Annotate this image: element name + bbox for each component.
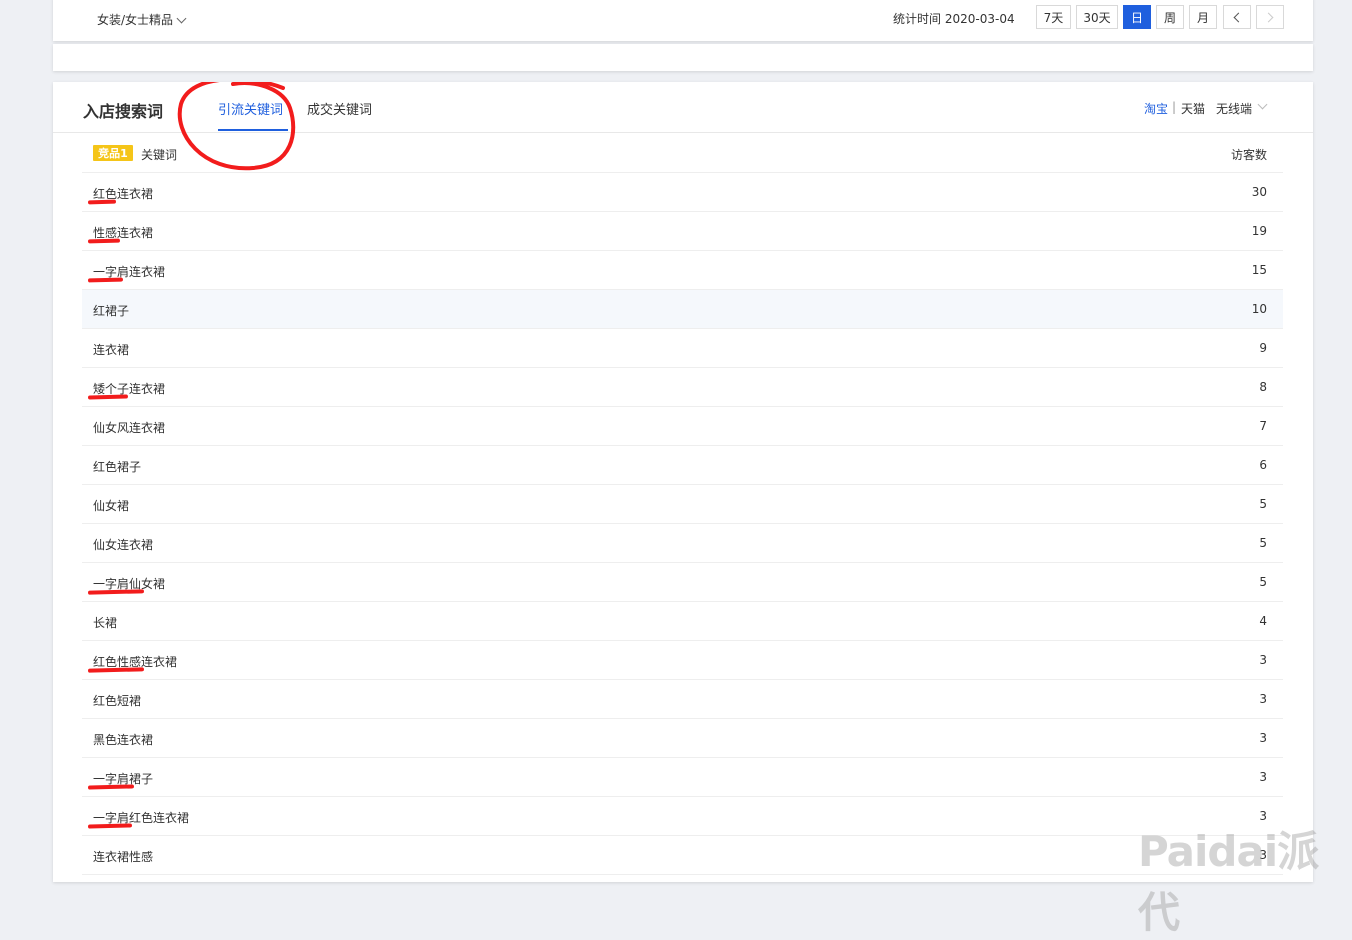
filter-bar: 女装/女士精品 统计时间 2020-03-04 7天 30天 日 周 月 — [53, 0, 1313, 41]
visitors-cell: 3 — [1259, 653, 1267, 667]
divider — [53, 132, 1313, 133]
table-row[interactable]: 一字肩连衣裙 15 — [82, 251, 1283, 290]
table-row[interactable]: 红色裙子 6 — [82, 446, 1283, 485]
column-header-visitors[interactable]: 访客数 — [1231, 146, 1267, 163]
visitors-cell: 8 — [1259, 380, 1267, 394]
column-header-keyword: 关键词 — [141, 148, 178, 162]
table-row[interactable]: 矮个子连衣裙 8 — [82, 368, 1283, 407]
platform-taobao[interactable]: 淘宝 — [1144, 100, 1168, 117]
red-underline-annotation — [87, 277, 124, 283]
category-dropdown[interactable]: 女装/女士精品 — [97, 11, 187, 28]
table-row[interactable]: 一字肩裙子 3 — [82, 758, 1283, 797]
table-row[interactable]: 红色性感连衣裙 3 — [82, 641, 1283, 680]
platform-tmall[interactable]: 天猫 — [1181, 100, 1205, 117]
table-row[interactable]: 一字肩仙女裙 5 — [82, 563, 1283, 602]
period-week-button[interactable]: 周 — [1156, 5, 1184, 29]
visitors-cell: 19 — [1251, 224, 1267, 238]
red-underline-annotation — [87, 238, 121, 244]
visitors-cell: 6 — [1259, 458, 1267, 472]
table-row[interactable]: 连衣裙 9 — [82, 329, 1283, 368]
watermark-logo: Paidai派代 — [1138, 827, 1319, 937]
visitors-cell: 9 — [1259, 341, 1267, 355]
keyword-cell: 黑色连衣裙 — [93, 733, 154, 747]
visitors-cell: 3 — [1259, 692, 1267, 706]
active-tab-indicator — [218, 129, 288, 131]
table-row[interactable]: 仙女风连衣裙 7 — [82, 407, 1283, 446]
red-underline-annotation — [87, 784, 135, 790]
device-dropdown[interactable]: 无线端 — [1216, 100, 1252, 117]
prev-date-button[interactable] — [1223, 5, 1251, 29]
keyword-cell: 红色裙子 — [93, 460, 142, 474]
red-underline-annotation — [87, 667, 145, 673]
category-label: 女装/女士精品 — [97, 13, 174, 27]
chevron-right-icon — [1263, 12, 1274, 22]
table-row[interactable]: 性感连衣裙 19 — [82, 212, 1283, 251]
section-title: 入店搜索词 — [83, 102, 164, 121]
red-underline-annotation — [87, 199, 117, 205]
table-row[interactable]: 红色连衣裙 30 — [82, 173, 1283, 212]
tab-deal-keywords[interactable]: 成交关键词 — [307, 99, 372, 118]
search-keywords-card: 入店搜索词 引流关键词 成交关键词 淘宝 | 天猫 无线端 竞品1 关键词 访客… — [53, 82, 1313, 882]
visitors-cell: 30 — [1251, 185, 1267, 199]
red-underline-annotation — [87, 589, 145, 595]
spacer-card — [53, 44, 1313, 71]
keyword-cell: 长裙 — [93, 616, 118, 630]
stat-date-label: 统计时间 2020-03-04 — [893, 12, 1015, 26]
period-month-button[interactable]: 月 — [1189, 5, 1217, 29]
table-row[interactable]: 仙女裙 5 — [82, 485, 1283, 524]
platform-separator: | — [1172, 100, 1177, 114]
chevron-down-icon — [176, 13, 187, 23]
keyword-cell: 红裙子 — [93, 304, 130, 318]
table-row[interactable]: 长裙 4 — [82, 602, 1283, 641]
table-row[interactable]: 红色短裙 3 — [82, 680, 1283, 719]
keyword-cell: 连衣裙 — [93, 343, 130, 357]
table-row[interactable]: 仙女连衣裙 5 — [82, 524, 1283, 563]
visitors-cell: 10 — [1251, 302, 1267, 316]
visitors-cell: 5 — [1259, 497, 1267, 511]
red-underline-annotation — [87, 394, 129, 400]
red-underline-annotation — [87, 823, 133, 829]
visitors-cell: 4 — [1259, 614, 1267, 628]
keyword-table: 红色连衣裙 30 性感连衣裙 19 一字肩连衣裙 15 红裙子 10 连衣裙 9 矮个子连衣裙 8 仙女… — [82, 173, 1283, 875]
next-date-button[interactable] — [1256, 5, 1284, 29]
visitors-cell: 5 — [1259, 536, 1267, 550]
period-7d-button[interactable]: 7天 — [1036, 5, 1071, 29]
table-row[interactable]: 黑色连衣裙 3 — [82, 719, 1283, 758]
keyword-cell: 红色短裙 — [93, 694, 142, 708]
visitors-cell: 3 — [1259, 731, 1267, 745]
period-day-button[interactable]: 日 — [1123, 5, 1151, 29]
visitors-cell: 3 — [1259, 770, 1267, 784]
competitor-badge: 竞品1 — [93, 145, 133, 161]
visitors-cell: 7 — [1259, 419, 1267, 433]
table-row[interactable]: 红裙子 10 — [82, 290, 1283, 329]
keyword-cell: 仙女风连衣裙 — [93, 421, 166, 435]
chevron-left-icon — [1233, 12, 1244, 22]
table-row[interactable]: 连衣裙性感 3 — [82, 836, 1283, 875]
keyword-cell: 仙女连衣裙 — [93, 538, 154, 552]
period-30d-button[interactable]: 30天 — [1076, 5, 1118, 29]
keyword-cell: 连衣裙性感 — [93, 850, 154, 864]
keyword-cell: 仙女裙 — [93, 499, 130, 513]
table-header: 竞品1 关键词 访客数 — [82, 134, 1283, 173]
chevron-down-icon — [1257, 99, 1268, 110]
table-row[interactable]: 一字肩红色连衣裙 3 — [82, 797, 1283, 836]
tab-traffic-keywords[interactable]: 引流关键词 — [218, 99, 283, 118]
visitors-cell: 5 — [1259, 575, 1267, 589]
visitors-cell: 15 — [1251, 263, 1267, 277]
